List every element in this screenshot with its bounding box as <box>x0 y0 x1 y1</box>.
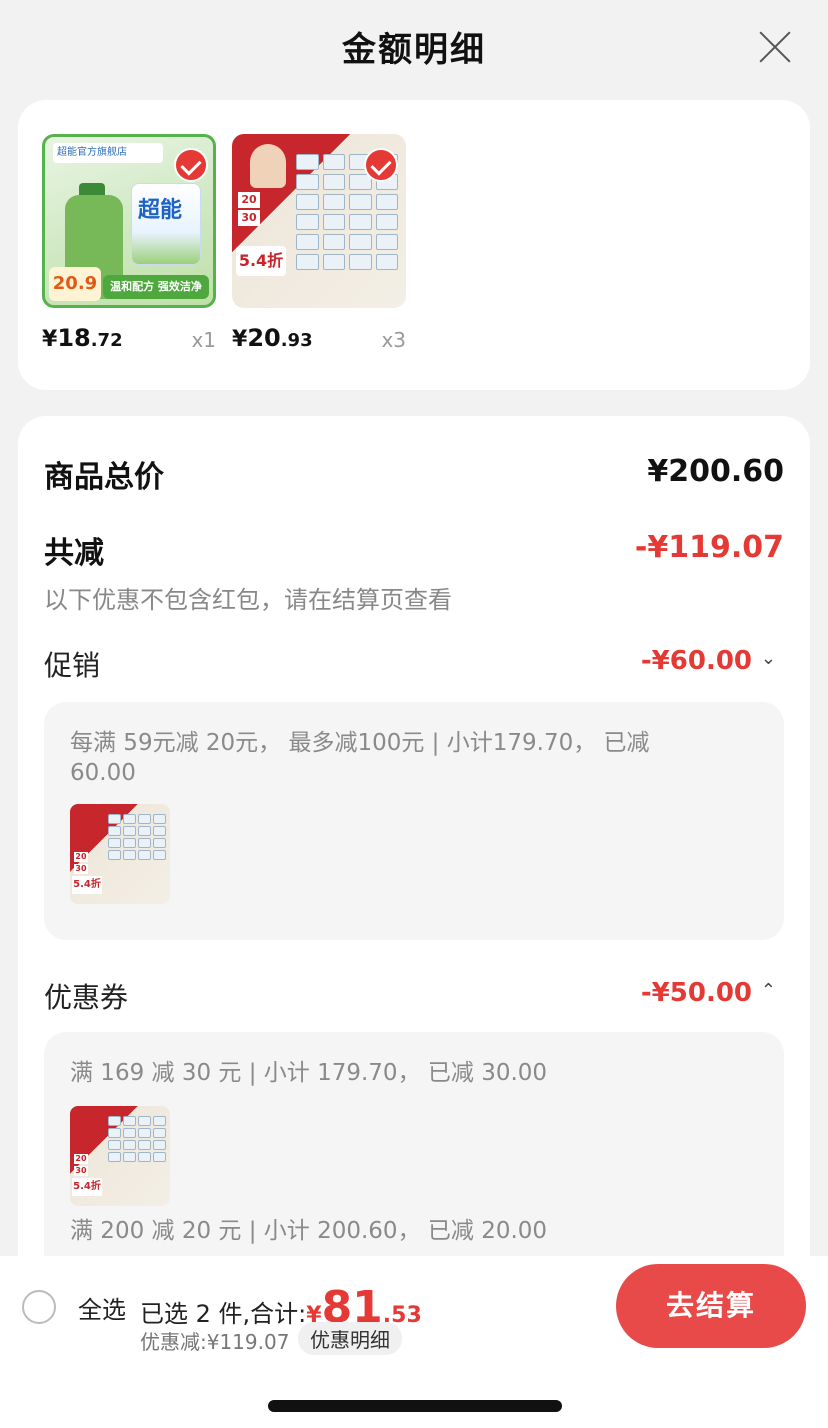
thumb-count-a: 20 <box>74 1154 88 1164</box>
product-item-detergent[interactable]: 超能官方旗舰店 超能 20.9 温和配方 强效洁净 ¥18.72 x1 <box>42 134 216 352</box>
thumb-discount-badge: 5.4折 <box>236 246 286 276</box>
product-price-row: ¥18.72 x1 <box>42 324 216 356</box>
thumb-price-badge: 20.9 <box>49 267 101 301</box>
store-banner: 超能官方旗舰店 <box>53 143 163 163</box>
home-indicator <box>268 1400 562 1412</box>
tissue-packs-shape <box>108 814 166 860</box>
discount-amount: 优惠减:¥119.07 <box>140 1330 290 1354</box>
discount-detail-button[interactable]: 优惠明细 <box>298 1322 402 1355</box>
selected-products-card: 超能官方旗舰店 超能 20.9 温和配方 强效洁净 ¥18.72 x1 20 3… <box>18 100 810 390</box>
select-all-radio[interactable] <box>22 1290 56 1324</box>
close-icon[interactable] <box>758 30 792 64</box>
total-price-value: ¥200.60 <box>647 454 784 489</box>
modal-header: 金额明细 <box>0 0 828 96</box>
total-reduction-label: 共减 <box>44 536 104 571</box>
person-figure-shape <box>250 144 286 188</box>
promotion-product-thumb[interactable]: 20 30 5.4折 <box>70 804 170 904</box>
thumb-count-b: 30 <box>74 864 88 874</box>
thumb-count-a: 20 <box>74 852 88 862</box>
total-reduction-value: -¥119.07 <box>634 530 784 565</box>
selected-check-icon[interactable] <box>364 148 398 182</box>
thumb-count-b: 30 <box>74 1166 88 1176</box>
discount-note: 以下优惠不包含红包，请在结算页查看 <box>44 586 452 614</box>
thumb-count-a: 20 <box>238 192 260 208</box>
amount-details-card: 商品总价 ¥200.60 共减 -¥119.07 以下优惠不包含红包，请在结算页… <box>18 416 810 1332</box>
product-price-row: ¥20.93 x3 <box>232 324 406 356</box>
chevron-down-icon[interactable]: ⌄ <box>761 648 776 669</box>
coupon-entry-1: 满 169 减 30 元 | 小计 179.70， 已减 30.00 <box>70 1060 548 1086</box>
product-quantity: x1 <box>191 328 216 352</box>
selected-summary: 已选 2 件,合计:¥81.53 <box>140 1282 422 1333</box>
promotion-label[interactable]: 促销 <box>44 644 100 684</box>
promotion-rule-line2: 60.00 <box>70 760 136 786</box>
promotion-panel: 每满 59元减 20元， 最多减100元 | 小计179.70， 已减 60.0… <box>44 702 784 940</box>
thumb-discount-badge: 5.4折 <box>72 1178 102 1196</box>
select-all-label[interactable]: 全选 <box>78 1290 126 1325</box>
product-item-tissue[interactable]: 20 30 5.4折 ¥20.93 x3 <box>232 134 406 352</box>
thumb-discount-badge: 5.4折 <box>72 876 102 894</box>
thumb-count-b: 30 <box>238 210 260 226</box>
thumb-slogan: 温和配方 强效洁净 <box>103 275 209 299</box>
coupon-entry-2: 满 200 减 20 元 | 小计 200.60， 已减 20.00 <box>70 1218 548 1244</box>
total-price-label: 商品总价 <box>44 460 164 495</box>
coupon-product-thumb[interactable]: 20 30 5.4折 <box>70 1106 170 1206</box>
chevron-up-icon[interactable]: ⌃ <box>761 980 776 1001</box>
promotion-rule-line1: 每满 59元减 20元， 最多减100元 | 小计179.70， 已减 <box>70 730 650 756</box>
checkout-bar: 全选 已选 2 件,合计:¥81.53 优惠减:¥119.07 优惠明细 去结算 <box>0 1256 828 1428</box>
coupon-label[interactable]: 优惠券 <box>44 976 128 1016</box>
tissue-packs-shape <box>108 1116 166 1162</box>
page-title: 金额明细 <box>342 30 486 70</box>
promotion-value[interactable]: -¥60.00 <box>641 646 752 676</box>
product-price: ¥20.93 <box>232 324 313 352</box>
checkout-button[interactable]: 去结算 <box>616 1264 806 1348</box>
product-quantity: x3 <box>381 328 406 352</box>
refill-pack-shape: 超能 <box>131 183 201 265</box>
product-price: ¥18.72 <box>42 324 123 352</box>
coupon-value[interactable]: -¥50.00 <box>641 978 752 1008</box>
selected-check-icon[interactable] <box>174 148 208 182</box>
